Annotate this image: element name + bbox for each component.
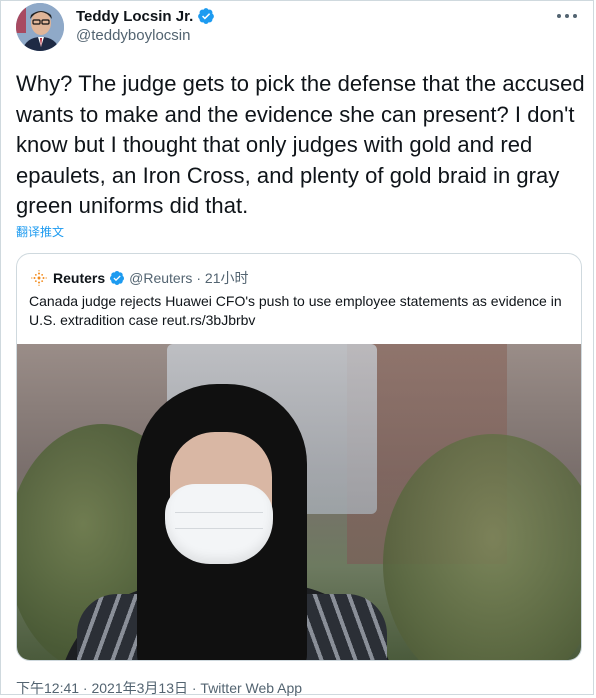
more-options-icon[interactable] — [557, 9, 577, 23]
quoted-tweet-photo[interactable] — [17, 344, 581, 660]
quoted-tweet-header: Reuters @Reuters · 21小时 — [29, 268, 249, 288]
tweet-card: Teddy Locsin Jr. @teddyboylocsin Why? Th… — [0, 0, 594, 698]
mask-pleat — [175, 512, 263, 513]
more-dot — [557, 14, 561, 18]
more-dot — [565, 14, 569, 18]
quoted-author-name: Reuters — [53, 270, 106, 286]
tweet-timestamp[interactable]: 下午12:41 · 2021年3月13日 · Twitter Web App — [16, 678, 302, 698]
quoted-tweet-time: · 21小时 — [196, 270, 249, 286]
author-name-text[interactable]: Teddy Locsin Jr. — [76, 8, 193, 25]
author-name[interactable]: Teddy Locsin Jr. — [76, 7, 215, 25]
tweet-text: Why? The judge gets to pick the defense … — [16, 71, 585, 218]
reuters-logo-icon — [29, 268, 49, 288]
verified-badge-icon — [198, 8, 215, 24]
author-handle[interactable]: @teddyboylocsin — [76, 27, 190, 44]
quoted-tweet-text: Canada judge rejects Huawei CFO's push t… — [29, 293, 562, 328]
photo-subject-face-mask — [165, 484, 273, 564]
verified-badge-icon — [110, 271, 125, 285]
quoted-tweet[interactable]: Reuters @Reuters · 21小时 Canada judge rej… — [16, 253, 582, 661]
mask-pleat — [175, 528, 263, 529]
avatar-image — [16, 3, 64, 51]
quoted-author-handle: @Reuters — [129, 270, 193, 286]
author-avatar[interactable] — [16, 3, 64, 51]
translate-tweet-link[interactable]: 翻译推文 — [16, 223, 64, 240]
more-dot — [573, 14, 577, 18]
